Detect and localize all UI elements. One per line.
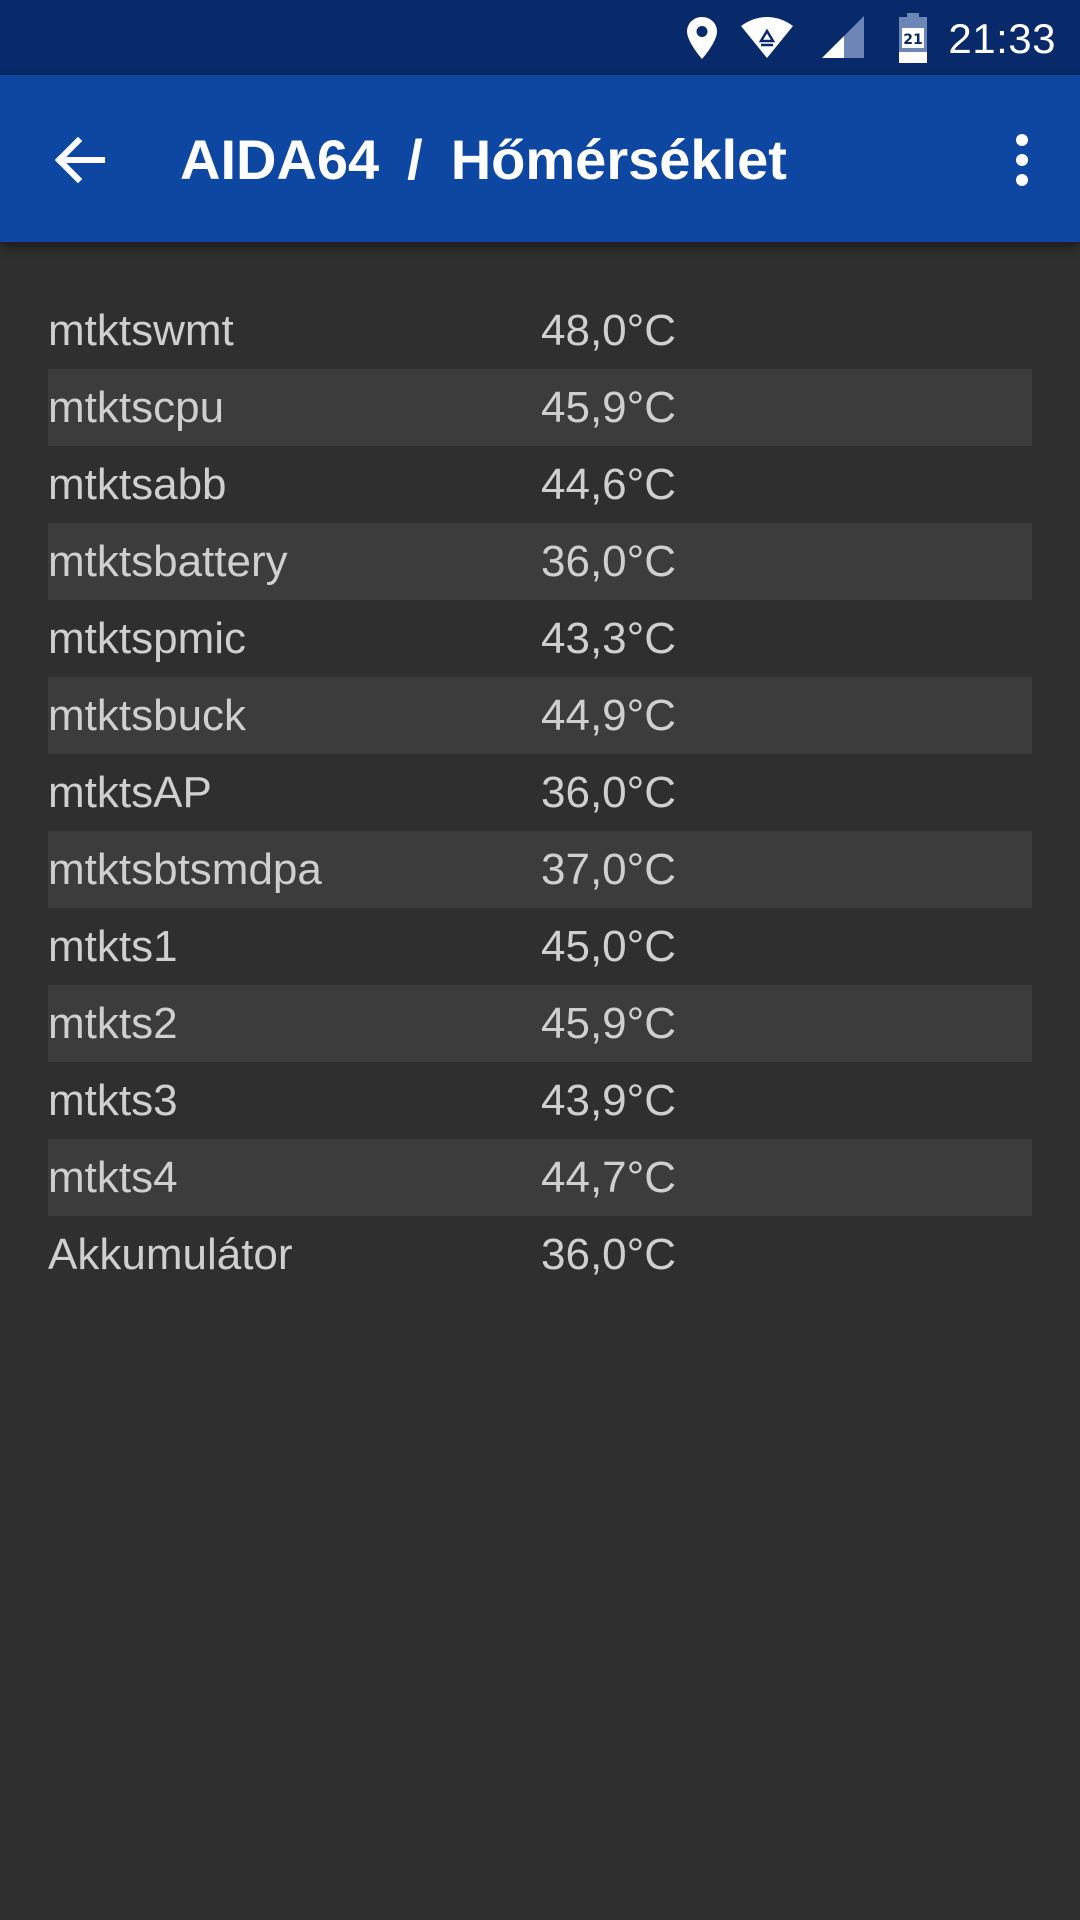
sensor-name: mtktsbattery — [48, 537, 288, 586]
sensor-row[interactable]: mtktswmt 48,0°C — [48, 292, 1032, 369]
location-icon — [682, 0, 722, 75]
temperature-list: mtktswmt 48,0°C mtktscpu 45,9°C mtktsabb… — [48, 292, 1032, 1293]
wifi-icon — [738, 0, 796, 75]
sensor-value: 48,0°C — [541, 306, 677, 355]
sensor-value: 45,9°C — [541, 999, 677, 1048]
status-bar: 21 21:33 — [0, 0, 1080, 75]
sensor-value: 45,0°C — [541, 922, 677, 971]
sensor-row[interactable]: mtkts1 45,0°C — [48, 908, 1032, 985]
sensor-name: Akkumulátor — [48, 1230, 293, 1279]
sensor-row[interactable]: mtktsabb 44,6°C — [48, 446, 1032, 523]
cell-signal-icon — [818, 0, 868, 75]
sensor-row[interactable]: Akkumulátor 36,0°C — [48, 1216, 1032, 1293]
sensor-value: 36,0°C — [541, 537, 677, 586]
sensor-row[interactable]: mtktsAP 36,0°C — [48, 754, 1032, 831]
sensor-row[interactable]: mtkts3 43,9°C — [48, 1062, 1032, 1139]
sensor-row[interactable]: mtktsbtsmdpa 37,0°C — [48, 831, 1032, 908]
back-button[interactable] — [40, 120, 120, 200]
more-options-button[interactable] — [990, 120, 1054, 200]
sensor-value: 44,7°C — [541, 1153, 677, 1202]
sensor-value: 44,6°C — [541, 460, 677, 509]
sensor-value: 43,3°C — [541, 614, 677, 663]
sensor-value: 43,9°C — [541, 1076, 677, 1125]
sensor-value: 37,0°C — [541, 845, 677, 894]
sensor-row[interactable]: mtktspmic 43,3°C — [48, 600, 1032, 677]
sensor-row[interactable]: mtktscpu 45,9°C — [48, 369, 1032, 446]
sensor-name: mtktsAP — [48, 768, 212, 817]
sensor-name: mtktsbtsmdpa — [48, 845, 322, 894]
sensor-name: mtktswmt — [48, 306, 234, 355]
section-title: Hőmérséklet — [450, 128, 787, 191]
arrow-back-icon — [54, 136, 105, 184]
sensor-name: mtkts1 — [48, 922, 178, 971]
sensor-name: mtkts3 — [48, 1076, 178, 1125]
page-title: AIDA64 / Hőmérséklet — [180, 75, 787, 242]
sensor-value: 45,9°C — [541, 383, 677, 432]
sensor-row[interactable]: mtktsbattery 36,0°C — [48, 523, 1032, 600]
sensor-name: mtktspmic — [48, 614, 246, 663]
sensor-name: mtkts2 — [48, 999, 178, 1048]
status-time: 21:33 — [948, 15, 1056, 62]
title-separator: / — [407, 128, 423, 191]
sensor-value: 36,0°C — [541, 1230, 677, 1279]
sensor-value: 36,0°C — [541, 768, 677, 817]
sensor-name: mtktscpu — [48, 383, 225, 432]
sensor-row[interactable]: mtktsbuck 44,9°C — [48, 677, 1032, 754]
battery-icon: 21 — [896, 0, 930, 75]
sensor-row[interactable]: mtkts2 45,9°C — [48, 985, 1032, 1062]
sensor-value: 44,9°C — [541, 691, 677, 740]
app-name: AIDA64 — [180, 128, 380, 191]
sensor-name: mtkts4 — [48, 1153, 178, 1202]
app-bar: AIDA64 / Hőmérséklet — [0, 75, 1080, 242]
sensor-name: mtktsabb — [48, 460, 227, 509]
battery-level-text: 21 — [903, 32, 922, 48]
sensor-row[interactable]: mtkts4 44,7°C — [48, 1139, 1032, 1216]
sensor-name: mtktsbuck — [48, 691, 247, 740]
more-vert-icon — [1016, 134, 1028, 186]
